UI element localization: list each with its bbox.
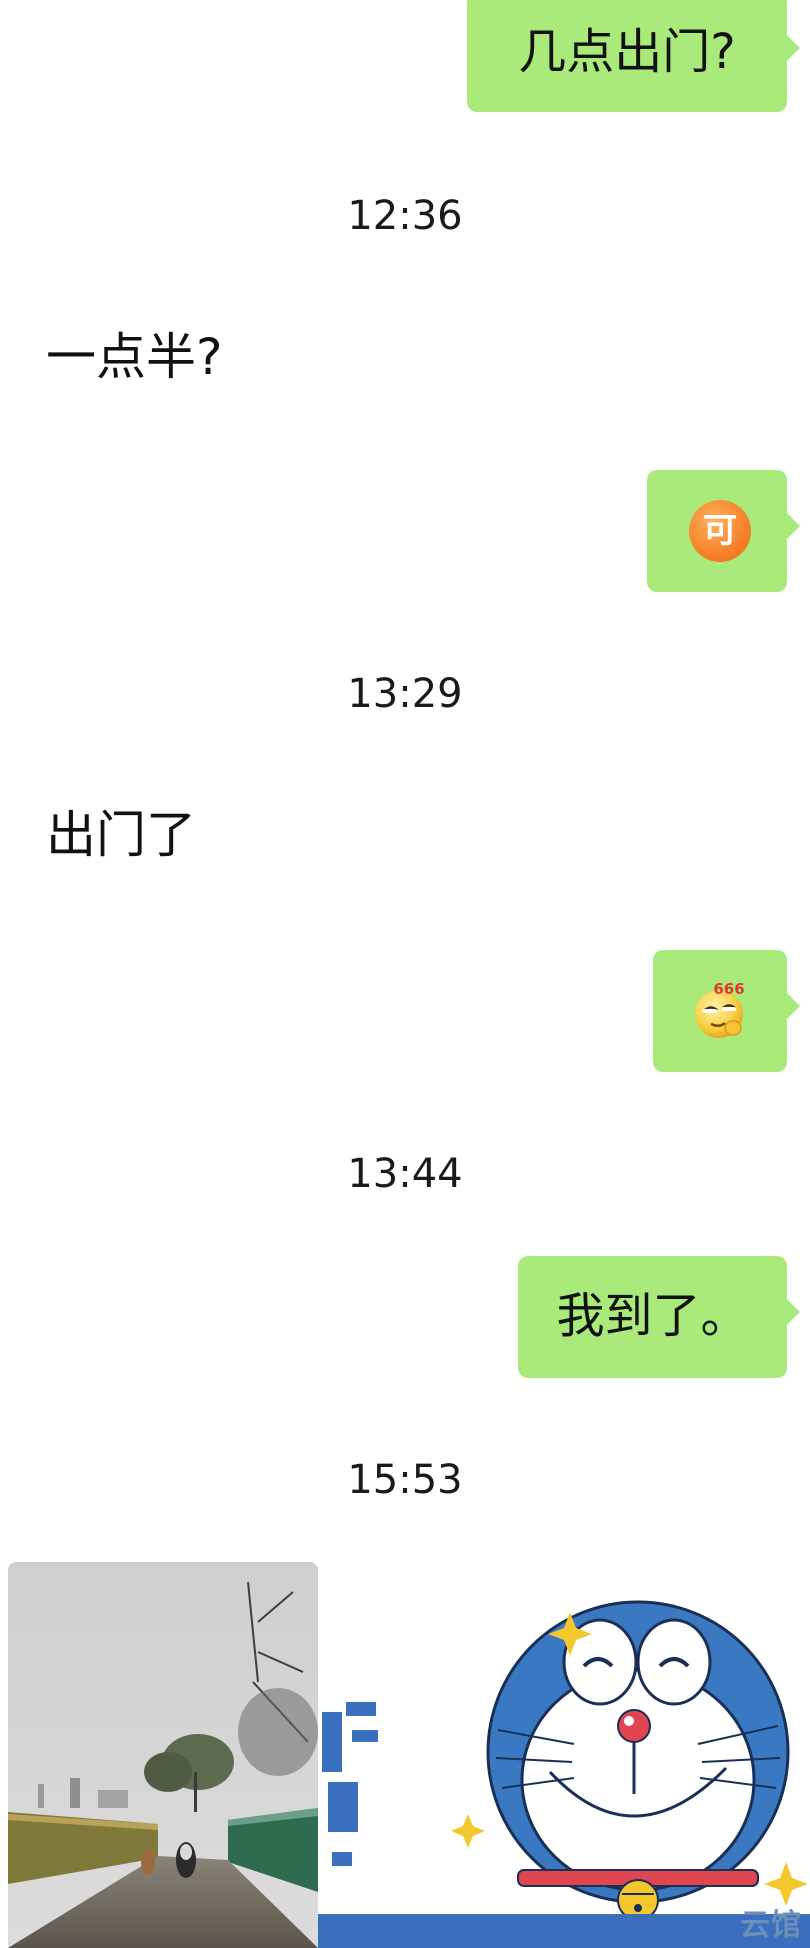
outgoing-message-bubble[interactable]: 我到了。 [518,1256,800,1378]
message-text: 几点出门? [518,24,736,80]
incoming-message-text[interactable]: 出门了 [46,800,196,870]
timestamp: 15:53 [347,1457,463,1503]
message-text: 我到了。 [556,1288,749,1344]
photo-image [8,1562,318,1948]
outgoing-emoji-bubble[interactable]: 可 [647,470,800,592]
666-label: 666 [713,980,744,998]
outgoing-emoji-bubble[interactable]: 666 [653,950,800,1072]
timestamp: 13:44 [347,1151,463,1197]
timestamp: 13:29 [347,671,463,717]
ke-emoji-icon: 可 [689,500,751,562]
doraemon-image [318,1600,810,1948]
666-emoji-icon: 666 [695,980,745,1038]
incoming-message-text[interactable]: 一点半? [46,322,223,392]
chat-area: 几点出门? 12:36 一点半? 可 13:29 出门了 666 13:44 我… [0,0,810,1948]
doraemon-sticker[interactable]: 云馆 [318,1562,810,1948]
watermark: 云馆 [740,1908,802,1943]
photo-attachment[interactable] [8,1562,318,1948]
timestamp: 12:36 [347,193,463,239]
outgoing-message-bubble[interactable]: 几点出门? [467,0,800,112]
